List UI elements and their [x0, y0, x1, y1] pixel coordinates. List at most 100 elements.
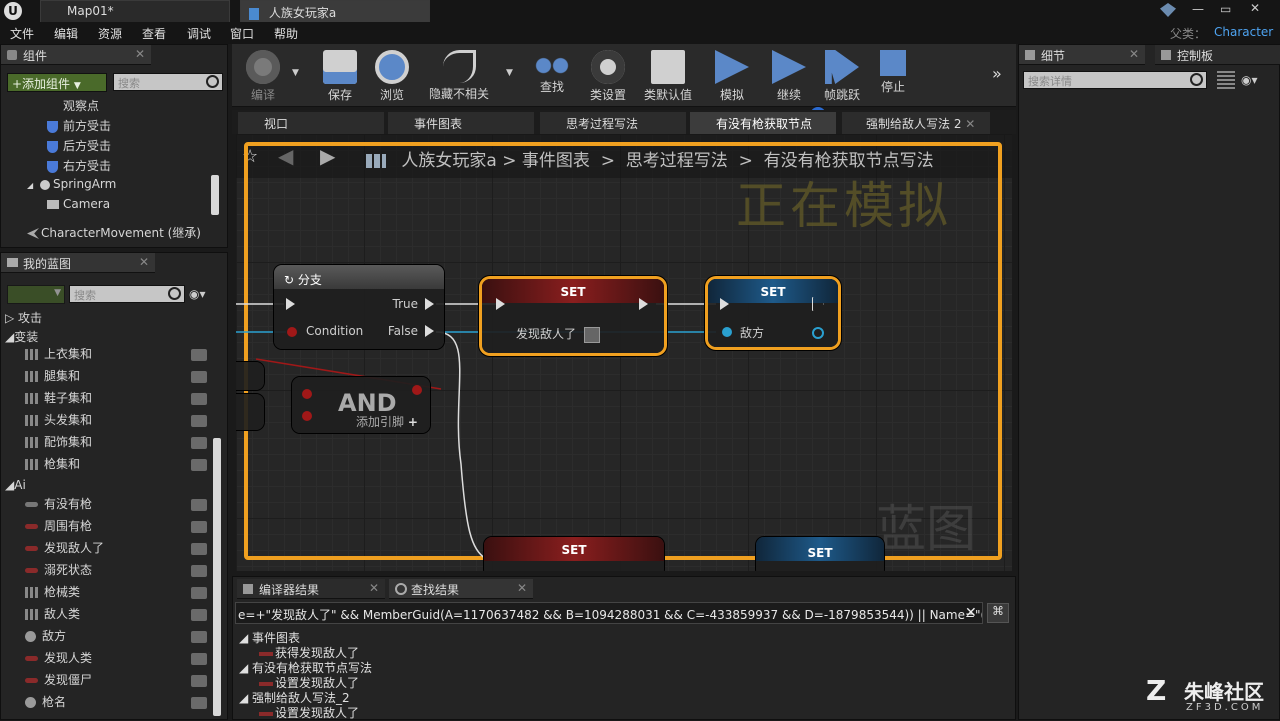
- eye-icon[interactable]: [191, 437, 207, 449]
- class-settings-button[interactable]: 类设置: [581, 46, 635, 104]
- variable-row[interactable]: 溺死状态: [25, 561, 207, 583]
- variable-row[interactable]: 发现人类: [25, 649, 207, 671]
- blueprint-search-input[interactable]: 搜索: [69, 285, 185, 303]
- eye-icon[interactable]: [191, 459, 207, 471]
- palette-tab[interactable]: 控制板: [1155, 45, 1280, 65]
- set-enemy-node[interactable]: SET 敌方: [708, 279, 838, 347]
- class-defaults-button[interactable]: 类默认值: [641, 46, 695, 104]
- eye-icon[interactable]: [191, 521, 207, 533]
- components-scrollbar[interactable]: [211, 175, 219, 215]
- tree-item-back-hit[interactable]: 后方受击: [47, 137, 111, 154]
- menu-file[interactable]: 文件: [10, 25, 34, 42]
- variable-row[interactable]: 上衣集和: [25, 345, 207, 367]
- variable-row[interactable]: 敌人类: [25, 605, 207, 627]
- components-search-input[interactable]: 搜索: [113, 73, 223, 91]
- stop-button[interactable]: 停止: [866, 46, 920, 104]
- tree-item-observer[interactable]: 观察点: [63, 97, 99, 114]
- minimize-button[interactable]: —: [1192, 2, 1212, 18]
- variable-row[interactable]: 有没有枪: [25, 495, 207, 517]
- true-exec-out-pin[interactable]: [425, 298, 434, 310]
- eye-icon[interactable]: [191, 675, 207, 687]
- menu-window[interactable]: 窗口: [230, 25, 254, 42]
- browse-button[interactable]: 浏览: [365, 46, 419, 104]
- graph-tab-has-gun[interactable]: 有没有枪获取节点: [690, 112, 836, 134]
- frame-skip-button[interactable]: 帧跳跃: [815, 46, 869, 104]
- partial-left-node[interactable]: [236, 394, 264, 430]
- close-window-button[interactable]: ✕: [1250, 1, 1270, 17]
- tree-item-camera[interactable]: Camera: [47, 197, 110, 211]
- menu-view[interactable]: 查看: [142, 25, 166, 42]
- partial-left-node[interactable]: [236, 362, 264, 390]
- add-pin-button[interactable]: 添加引脚 +: [356, 413, 418, 430]
- eye-icon[interactable]: [191, 499, 207, 511]
- components-tab[interactable]: 组件 ✕: [1, 45, 151, 65]
- and-output-pin[interactable]: [412, 385, 422, 395]
- menu-debug[interactable]: 调试: [187, 25, 211, 42]
- resume-button[interactable]: 继续: [762, 46, 816, 104]
- details-search-input[interactable]: 搜索详情: [1023, 71, 1207, 89]
- eye-icon[interactable]: [191, 653, 207, 665]
- set-found-enemy-node[interactable]: SET 发现敌人了: [482, 279, 664, 353]
- parent-class-value[interactable]: Character: [1214, 25, 1273, 39]
- eye-icon[interactable]: [191, 587, 207, 599]
- graph-tab-thinking[interactable]: 思考过程写法: [540, 112, 686, 134]
- exec-in-pin[interactable]: [286, 298, 295, 310]
- my-blueprint-tab[interactable]: 我的蓝图 ✕: [1, 253, 155, 273]
- unreal-logo-icon[interactable]: U: [4, 2, 22, 20]
- clear-search-icon[interactable]: ✕: [965, 605, 977, 621]
- branch-node[interactable]: ↻ 分支 True Condition False: [274, 265, 444, 349]
- and-input-pin[interactable]: [302, 411, 312, 421]
- result-item[interactable]: 设置发现敌人了: [259, 704, 359, 721]
- close-tab-icon[interactable]: ✕: [1129, 47, 1139, 61]
- eye-icon[interactable]: [191, 415, 207, 427]
- variable-row[interactable]: 周围有枪: [25, 517, 207, 539]
- checkbox[interactable]: [584, 327, 600, 343]
- close-tab-icon[interactable]: ✕: [369, 581, 379, 595]
- source-control-icon[interactable]: [1160, 3, 1176, 17]
- variable-row[interactable]: 发现僵尸: [25, 671, 207, 693]
- eye-icon[interactable]: [191, 697, 207, 709]
- variable-row[interactable]: 发现敌人了: [25, 539, 207, 561]
- graph-tab-force-enemy[interactable]: 强制给敌人写法 2 ✕: [842, 112, 990, 134]
- set-node-bottom[interactable]: SET: [484, 537, 664, 571]
- hide-unrelated-button[interactable]: 隐藏不相关: [418, 46, 500, 104]
- tree-item-character-movement[interactable]: CharacterMovement (继承): [27, 224, 201, 241]
- compile-options-dropdown-icon[interactable]: ▼: [292, 68, 299, 78]
- menu-help[interactable]: 帮助: [274, 25, 298, 42]
- exec-in-pin[interactable]: [720, 298, 729, 310]
- add-component-button[interactable]: +添加组件 ▼: [7, 73, 107, 92]
- graph-tab-viewport[interactable]: 视口: [238, 112, 384, 134]
- find-in-all-blueprints-icon[interactable]: ⌘: [987, 603, 1009, 623]
- hide-unrelated-dropdown-icon[interactable]: ▼: [506, 68, 513, 78]
- close-tab-icon[interactable]: ✕: [965, 117, 975, 131]
- condition-pin[interactable]: [287, 327, 297, 337]
- eye-icon[interactable]: [191, 565, 207, 577]
- variable-row[interactable]: 枪集和: [25, 455, 207, 477]
- window-tab-map[interactable]: Map01*: [40, 0, 230, 22]
- blueprint-graph[interactable]: ☆ ◀ ▶ 人族女玩家a > 事件图表 > 思考过程写法 > 有没有枪获取节点写…: [236, 134, 1012, 571]
- details-tab[interactable]: 细节 ✕: [1019, 45, 1145, 65]
- enemy-in-pin[interactable]: [722, 327, 732, 337]
- variable-row[interactable]: 枪械类: [25, 583, 207, 605]
- find-button[interactable]: 查找: [525, 46, 579, 104]
- tree-item-right-hit[interactable]: 右方受击: [47, 157, 111, 174]
- graph-tab-event-graph[interactable]: 事件图表: [388, 112, 534, 134]
- find-results-tab[interactable]: 查找结果 ✕: [389, 579, 533, 599]
- exec-out-pin[interactable]: [639, 298, 648, 310]
- close-tab-icon[interactable]: ✕: [139, 255, 149, 269]
- close-tab-icon[interactable]: ✕: [135, 47, 145, 61]
- set-node-bottom[interactable]: SET: [756, 537, 884, 571]
- blueprint-scrollbar[interactable]: [213, 438, 221, 716]
- variable-row[interactable]: 鞋子集和: [25, 389, 207, 411]
- exec-in-pin[interactable]: [496, 298, 505, 310]
- category-vars[interactable]: ◢变装: [5, 328, 38, 345]
- add-new-button[interactable]: ▼: [7, 285, 65, 304]
- menu-edit[interactable]: 编辑: [54, 25, 78, 42]
- find-query-input[interactable]: e=+"发现敌人了" && MemberGuid(A=1170637482 &&…: [235, 602, 983, 624]
- tree-item-front-hit[interactable]: 前方受击: [47, 117, 111, 134]
- view-options-eye-icon[interactable]: ◉▾: [189, 287, 217, 301]
- tree-item-springarm[interactable]: ◢ SpringArm: [27, 177, 116, 191]
- simulate-button[interactable]: 模拟: [705, 46, 759, 104]
- category-attack[interactable]: ▷ 攻击: [5, 309, 42, 326]
- eye-icon[interactable]: [191, 631, 207, 643]
